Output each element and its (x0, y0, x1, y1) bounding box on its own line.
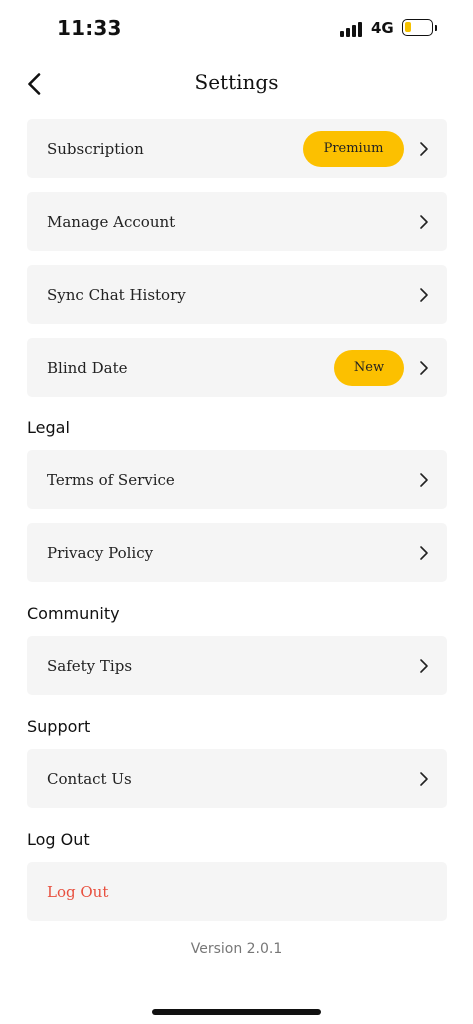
chevron-right-icon (420, 287, 428, 302)
chevron-right-icon (420, 545, 428, 560)
row-label: Manage Account (47, 212, 176, 231)
navigation-bar: Settings (0, 56, 473, 112)
row-label: Contact Us (47, 769, 132, 788)
safety-tips-row[interactable]: Safety Tips (27, 636, 447, 695)
page-title: Settings (194, 70, 279, 94)
log-out-button[interactable]: Log Out (27, 862, 447, 921)
sync-chat-history-row[interactable]: Sync Chat History (27, 265, 447, 324)
terms-of-service-row[interactable]: Terms of Service (27, 450, 447, 509)
chevron-right-icon (420, 472, 428, 487)
battery-icon (402, 19, 433, 36)
manage-account-row[interactable]: Manage Account (27, 192, 447, 251)
battery-cap (435, 25, 437, 31)
row-label: Terms of Service (47, 470, 175, 489)
blind-date-row[interactable]: Blind Date New (27, 338, 447, 397)
section-title-support: Support (27, 717, 91, 736)
status-bar: 11:33 4G (0, 0, 473, 56)
premium-badge: Premium (303, 130, 404, 167)
row-label: Privacy Policy (47, 543, 154, 562)
chevron-right-icon (420, 141, 428, 156)
chevron-right-icon (420, 771, 428, 786)
section-title-logout: Log Out (27, 830, 90, 849)
battery-level (405, 22, 411, 32)
status-time: 11:33 (57, 16, 122, 40)
chevron-right-icon (420, 214, 428, 229)
log-out-label: Log Out (47, 882, 109, 901)
row-label: Safety Tips (47, 656, 133, 675)
section-title-legal: Legal (27, 418, 70, 437)
row-label: Sync Chat History (47, 285, 186, 304)
chevron-right-icon (420, 360, 428, 375)
subscription-row[interactable]: Subscription Premium (27, 119, 447, 178)
new-badge: New (334, 349, 404, 386)
app-version: Version 2.0.1 (190, 941, 283, 957)
row-label: Blind Date (47, 358, 128, 377)
chevron-right-icon (420, 658, 428, 673)
home-indicator[interactable] (152, 1009, 321, 1015)
section-title-community: Community (27, 604, 120, 623)
row-label: Subscription (47, 139, 144, 158)
network-type: 4G (371, 19, 394, 37)
contact-us-row[interactable]: Contact Us (27, 749, 447, 808)
cellular-signal-icon (340, 21, 365, 37)
privacy-policy-row[interactable]: Privacy Policy (27, 523, 447, 582)
